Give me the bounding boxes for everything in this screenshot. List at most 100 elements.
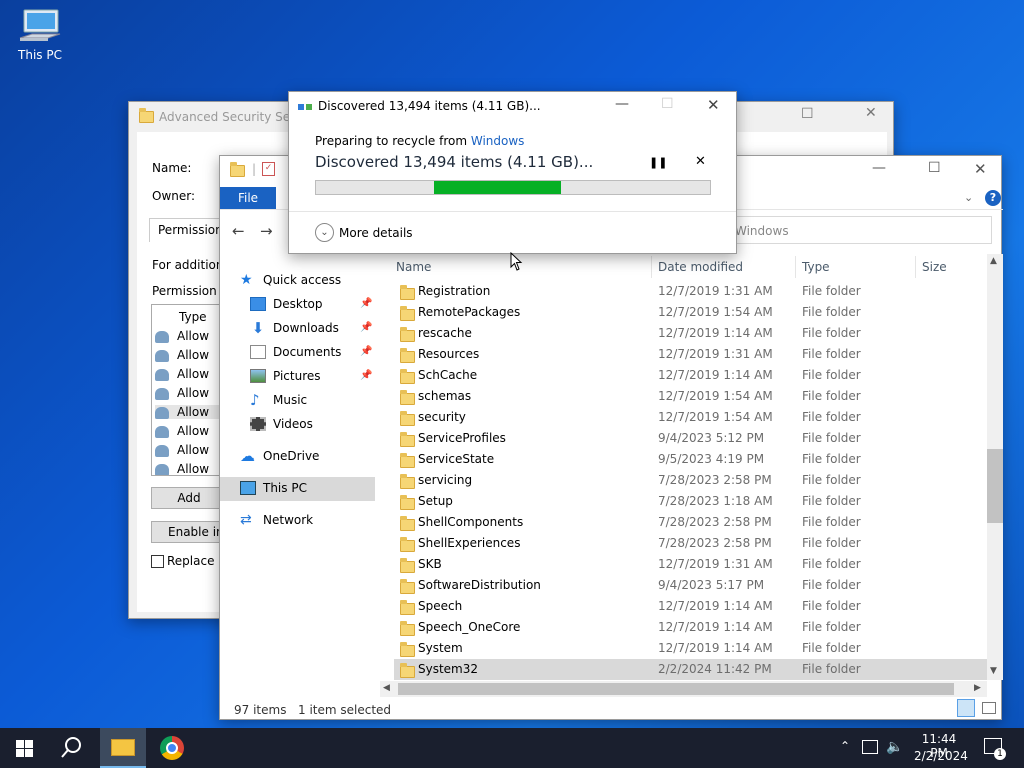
scroll-thumb[interactable] [987,449,1003,523]
nav-documents[interactable]: Documents [250,341,341,363]
windows-start-icon[interactable] [16,740,33,760]
preparing-text: Preparing to recycle from Windows [315,134,525,148]
file-row[interactable]: schemas 12/7/2019 1:54 AM File folder [394,386,987,407]
permission-row[interactable]: Allow [155,329,209,343]
hscroll-thumb[interactable] [398,683,954,695]
nav-this-pc[interactable]: This PC [240,477,307,499]
tab-permissions[interactable]: Permissions [149,218,229,242]
file-type: File folder [802,368,861,382]
file-date: 2/2/2024 11:42 PM [658,662,772,676]
file-row[interactable]: ShellExperiences 7/28/2023 2:58 PM File fo… [394,533,987,554]
search-icon[interactable] [60,736,84,760]
file-row[interactable]: ServiceProfiles 9/4/2023 5:12 PM File fold… [394,428,987,449]
chevron-up-icon[interactable]: ⌃ [840,739,850,753]
search-input[interactable]: Windows [728,216,992,244]
close-icon[interactable]: ✕ [865,105,877,121]
scroll-up-icon[interactable]: ▲ [990,256,997,266]
forward-arrow-icon[interactable]: → [260,222,273,240]
file-row[interactable]: RemotePackages 12/7/2019 1:54 AM File fold… [394,302,987,323]
file-tab[interactable]: File [220,187,276,209]
scroll-left-icon[interactable]: ◀ [383,683,390,693]
download-icon: ⬇ [251,319,265,337]
pause-button[interactable]: ❚❚ [649,156,667,169]
file-name: schemas [418,389,472,403]
file-date: 12/7/2019 1:14 AM [658,641,773,655]
permissions-list[interactable]: Type Allow Allow Allow Allow Allow Allow Allow… [151,304,223,476]
network-status-icon[interactable] [862,740,878,754]
file-row[interactable]: security 12/7/2019 1:54 AM File folder [394,407,987,428]
column-type[interactable]: Type [796,256,916,278]
cancel-button[interactable]: ✕ [695,154,706,169]
source-link[interactable]: Windows [471,134,525,148]
help-icon[interactable]: ? [985,190,1001,206]
column-date-modified[interactable]: Date modified [652,256,796,278]
close-button[interactable]: ✕ [707,96,720,114]
file-type: File folder [802,347,861,361]
permission-row[interactable]: Allow [155,405,221,419]
nav-pictures[interactable]: Pictures [250,365,321,387]
chevron-down-icon[interactable]: ⌄ [964,191,973,204]
nav-desktop[interactable]: Desktop [250,293,323,315]
minimize-button[interactable]: — [872,160,886,176]
nav-onedrive[interactable]: ☁ OneDrive [240,445,319,467]
maximize-button[interactable]: ☐ [928,160,941,176]
videos-icon [250,417,266,431]
name-label: Name: [152,161,192,175]
add-button[interactable]: Add [151,487,227,509]
horizontal-scrollbar[interactable]: ◀ ▶ [380,681,987,697]
properties-icon[interactable]: ✓ [262,162,275,176]
file-row[interactable]: Registration 12/7/2019 1:31 AM File folder [394,281,987,302]
status-selected: 1 item selected [298,703,392,717]
permission-row[interactable]: Allow [155,424,209,438]
file-row[interactable]: Speech_OneCore 12/7/2019 1:14 AM File fold… [394,617,987,638]
nav-network[interactable]: ⇄ Network [240,509,313,531]
file-date: 7/28/2023 2:58 PM [658,515,772,529]
scroll-right-icon[interactable]: ▶ [974,683,981,693]
permission-row[interactable]: Allow [155,348,209,362]
pictures-icon [250,369,266,383]
status-item-count: 97 items [234,703,287,717]
file-row[interactable]: Setup 7/28/2023 1:18 AM File folder [394,491,987,512]
file-row[interactable]: System 12/7/2019 1:14 AM File folder [394,638,987,659]
details-view-icon[interactable] [957,699,975,717]
file-row[interactable]: SoftwareDistribution 9/4/2023 5:17 PM File… [394,575,987,596]
volume-muted-icon[interactable]: 🔈 [886,739,903,755]
minimize-button[interactable]: — [615,96,629,112]
permission-row[interactable]: Allow [155,462,209,475]
file-date: 12/7/2019 1:14 AM [658,326,773,340]
vertical-scrollbar[interactable]: ▲ ▼ [987,254,1003,680]
file-row[interactable]: SchCache 12/7/2019 1:14 AM File folder [394,365,987,386]
file-row[interactable]: System32 2/2/2024 11:42 PM File folder [394,659,987,680]
more-details-button[interactable]: More details [339,226,413,240]
file-row[interactable]: Resources 12/7/2019 1:31 AM File folder [394,344,987,365]
file-date: 12/7/2019 1:14 AM [658,368,773,382]
nav-downloads[interactable]: ⬇ Downloads [250,317,339,339]
enable-inheritance-button[interactable]: Enable inheritance [151,521,227,543]
back-arrow-icon[interactable]: ← [232,222,245,240]
chrome-icon[interactable] [160,736,184,760]
file-row[interactable]: rescache 12/7/2019 1:14 AM File folder [394,323,987,344]
desktop-icon-this-pc[interactable]: This PC [12,8,68,62]
file-row[interactable]: ShellComponents 7/28/2023 2:58 PM File fol… [394,512,987,533]
progress-bar-fill [434,181,561,194]
file-row[interactable]: SKB 12/7/2019 1:31 AM File folder [394,554,987,575]
nav-videos[interactable]: Videos [250,413,313,435]
nav-music[interactable]: ♪ Music [250,389,307,411]
close-button[interactable]: ✕ [974,160,987,178]
file-date: 12/7/2019 1:54 AM [658,389,773,403]
file-row[interactable]: Speech 12/7/2019 1:14 AM File folder [394,596,987,617]
large-icons-view-icon[interactable] [982,702,996,714]
file-explorer-taskbar-button[interactable] [100,728,146,768]
nav-quick-access[interactable]: ★ Quick access [240,269,341,291]
permission-row[interactable]: Allow [155,386,209,400]
column-size[interactable]: Size [916,256,986,278]
permission-row[interactable]: Allow [155,443,209,457]
maximize-icon[interactable]: ☐ [801,106,814,122]
clock-date[interactable]: 2/2/2024 [914,749,968,763]
file-row[interactable]: servicing 7/28/2023 2:58 PM File folder [394,470,987,491]
replace-checkbox[interactable] [151,555,164,568]
chevron-down-icon[interactable]: ⌄ [315,223,334,242]
file-row[interactable]: ServiceState 9/5/2023 4:19 PM File folder [394,449,987,470]
permission-row[interactable]: Allow [155,367,209,381]
scroll-down-icon[interactable]: ▼ [990,666,997,676]
